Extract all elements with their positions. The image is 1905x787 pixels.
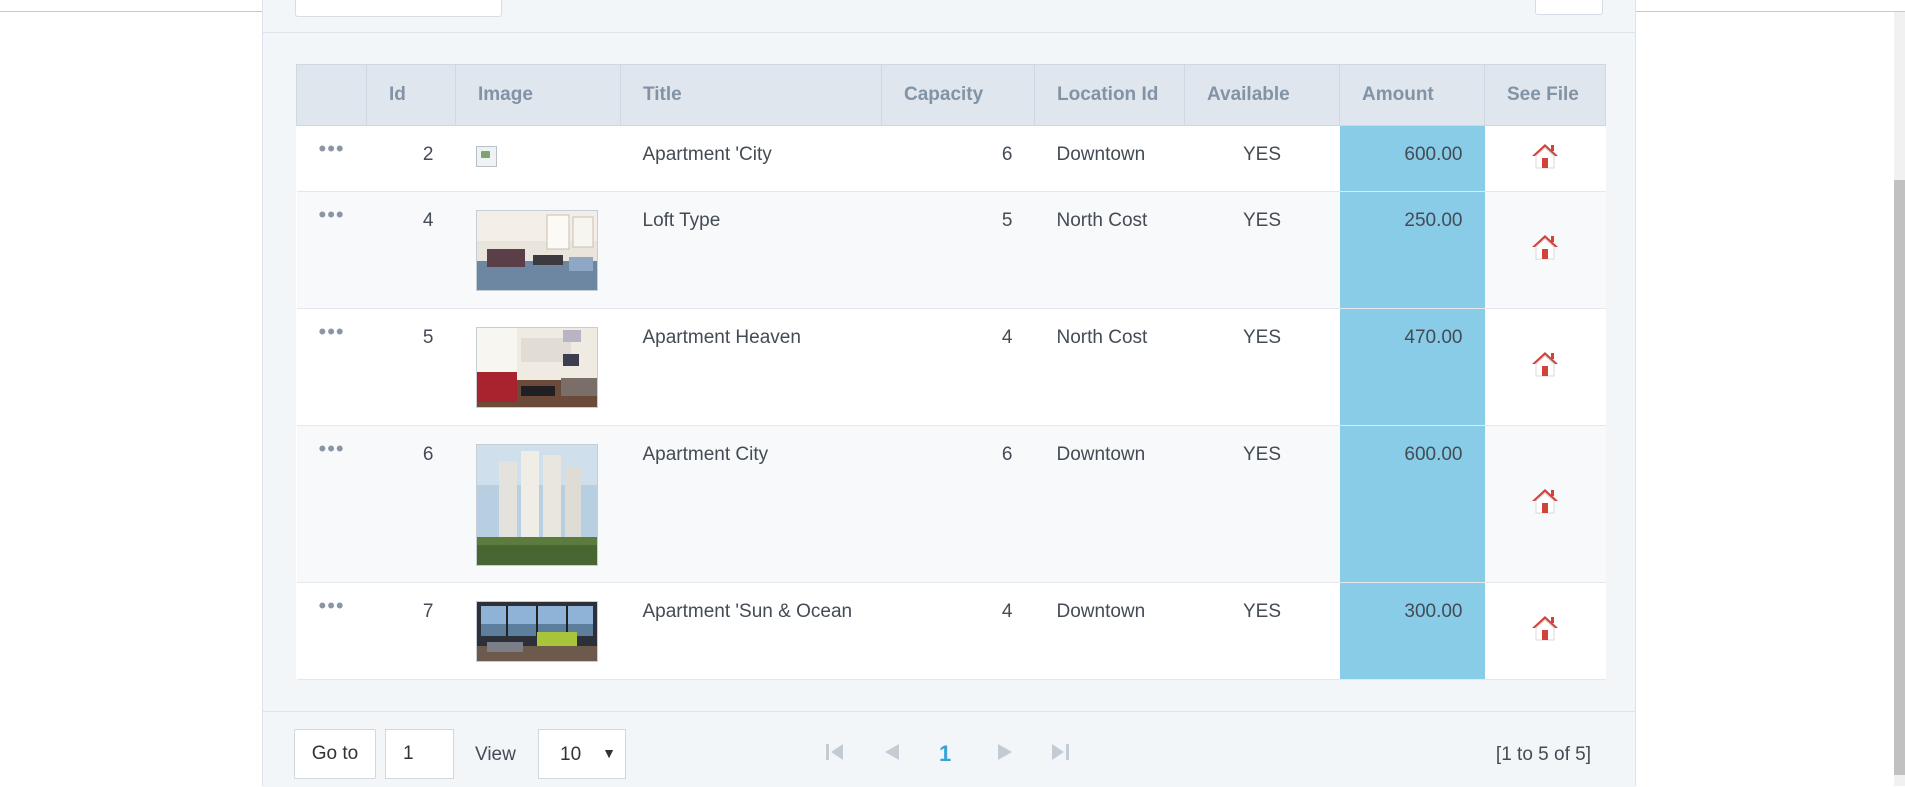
image-cell [455, 125, 621, 192]
house-icon[interactable] [1529, 485, 1561, 523]
house-icon[interactable] [1529, 348, 1561, 386]
location-cell: Downtown [1034, 425, 1185, 583]
goto-page-input[interactable] [385, 729, 454, 779]
rows-per-page-select[interactable]: 10 ▼ [538, 729, 626, 779]
row-actions-menu-icon[interactable]: ••• [319, 202, 345, 227]
toolbar-button[interactable] [1535, 0, 1603, 15]
ocean-view-room-thumbnail[interactable] [475, 601, 598, 662]
row-actions-menu-icon[interactable]: ••• [319, 319, 345, 344]
broken-image-icon [475, 146, 497, 167]
see-file-cell [1484, 582, 1606, 680]
previous-page-icon[interactable] [880, 736, 904, 768]
row-actions-cell: ••• [296, 308, 367, 426]
towers-exterior-thumbnail[interactable] [475, 444, 598, 566]
location-cell: North Cost [1034, 191, 1185, 309]
available-cell: YES [1184, 425, 1340, 583]
capacity-cell: 5 [881, 191, 1035, 309]
id-cell: 6 [366, 425, 456, 583]
first-page-icon[interactable] [823, 736, 847, 768]
amount-cell: 250.00 [1339, 191, 1485, 309]
capacity-cell: 4 [881, 308, 1035, 426]
row-actions-cell: ••• [296, 125, 367, 192]
location-cell: Downtown [1034, 582, 1185, 680]
amount-cell: 600.00 [1339, 125, 1485, 192]
row-actions-cell: ••• [296, 582, 367, 680]
see-file-cell [1484, 308, 1606, 426]
row-actions-menu-icon[interactable]: ••• [319, 593, 345, 618]
column-header-available[interactable]: Available [1184, 64, 1340, 126]
table-row: ••• 7 Apartment 'Sun & Ocean 4 Downtown … [296, 582, 1606, 680]
table-header-row: Id Image Title Capacity Location Id Avai… [296, 64, 1606, 126]
title-cell: Apartment 'Sun & Ocean [620, 582, 882, 680]
row-actions-cell: ••• [296, 425, 367, 583]
record-range-text: [1 to 5 of 5] [1495, 744, 1591, 765]
data-grid: Id Image Title Capacity Location Id Avai… [296, 64, 1606, 680]
location-cell: North Cost [1034, 308, 1185, 426]
row-actions-cell: ••• [296, 191, 367, 309]
see-file-cell [1484, 125, 1606, 192]
house-icon[interactable] [1529, 612, 1561, 650]
column-header-title[interactable]: Title [620, 64, 882, 126]
column-header-amount[interactable]: Amount [1339, 64, 1485, 126]
location-cell: Downtown [1034, 125, 1185, 192]
column-header-see-file[interactable]: See File [1484, 64, 1606, 126]
see-file-cell [1484, 191, 1606, 309]
available-cell: YES [1184, 582, 1340, 680]
row-actions-menu-icon[interactable]: ••• [319, 436, 345, 461]
current-page-number[interactable]: 1 [939, 741, 951, 767]
see-file-cell [1484, 425, 1606, 583]
image-cell [455, 582, 621, 680]
vertical-scrollbar[interactable] [1894, 12, 1905, 786]
panel-toolbar [263, 0, 1635, 33]
living-room-thumbnail[interactable] [475, 327, 598, 408]
title-cell: Apartment 'City [620, 125, 882, 192]
rows-per-page-value: 10 [560, 744, 582, 765]
table-row: ••• 4 Loft Type 5 North Cost YES 250.00 [296, 191, 1606, 309]
table-row: ••• 5 Apartment Heaven 4 North Cost YES … [296, 308, 1606, 426]
table-row: ••• 2 Apartment 'City 6 Downtown YES 600… [296, 125, 1606, 192]
title-cell: Apartment Heaven [620, 308, 882, 426]
house-icon[interactable] [1529, 231, 1561, 269]
image-cell [455, 191, 621, 309]
view-label: View [475, 744, 516, 765]
records-table: Id Image Title Capacity Location Id Avai… [296, 64, 1606, 680]
image-cell [455, 425, 621, 583]
id-cell: 2 [366, 125, 456, 192]
amount-cell: 300.00 [1339, 582, 1485, 680]
available-cell: YES [1184, 125, 1340, 192]
available-cell: YES [1184, 191, 1340, 309]
column-header-id[interactable]: Id [366, 64, 456, 126]
id-cell: 7 [366, 582, 456, 680]
house-icon[interactable] [1529, 140, 1561, 178]
column-header-actions [296, 64, 367, 126]
toolbar-search-input[interactable] [295, 0, 502, 17]
next-page-icon[interactable] [993, 736, 1017, 768]
grid-panel: Id Image Title Capacity Location Id Avai… [262, 0, 1636, 787]
capacity-cell: 4 [881, 582, 1035, 680]
capacity-cell: 6 [881, 125, 1035, 192]
title-cell: Apartment City [620, 425, 882, 583]
amount-cell: 600.00 [1339, 425, 1485, 583]
capacity-cell: 6 [881, 425, 1035, 583]
id-cell: 4 [366, 191, 456, 309]
title-cell: Loft Type [620, 191, 882, 309]
last-page-icon[interactable] [1048, 736, 1072, 768]
pagination-bar: Go to View 10 ▼ 1 [1 to 5 of 5] [263, 711, 1635, 787]
amount-cell: 470.00 [1339, 308, 1485, 426]
column-header-image[interactable]: Image [455, 64, 621, 126]
scrollbar-thumb[interactable] [1894, 180, 1905, 775]
loft-interior-thumbnail[interactable] [475, 210, 598, 291]
goto-page-button[interactable]: Go to [294, 729, 376, 779]
available-cell: YES [1184, 308, 1340, 426]
id-cell: 5 [366, 308, 456, 426]
image-cell [455, 308, 621, 426]
column-header-capacity[interactable]: Capacity [881, 64, 1035, 126]
table-row: ••• 6 Apartment City 6 Downtown YES 600.… [296, 425, 1606, 583]
caret-down-icon: ▼ [602, 745, 616, 761]
column-header-location-id[interactable]: Location Id [1034, 64, 1185, 126]
row-actions-menu-icon[interactable]: ••• [319, 136, 345, 161]
